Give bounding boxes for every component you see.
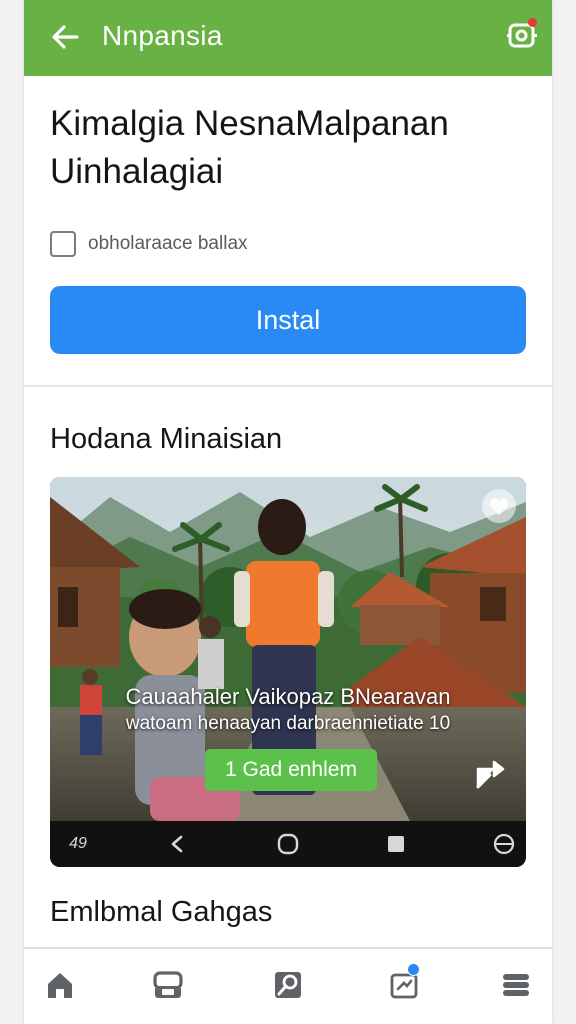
media-time: 49 bbox=[58, 821, 98, 867]
nav-search[interactable] bbox=[268, 965, 308, 1005]
phone-screen: Nnpansia Kimalgia NesnaMalpanan Uinhalag… bbox=[24, 0, 552, 1024]
chevron-left-icon bbox=[171, 835, 183, 853]
share-icon bbox=[476, 760, 505, 789]
nav-menu[interactable] bbox=[496, 965, 536, 1005]
media-controls-bar: 49 bbox=[50, 821, 526, 867]
bottom-navigation bbox=[24, 947, 552, 1024]
media-stop-button[interactable] bbox=[376, 821, 416, 867]
square-icon bbox=[388, 836, 404, 852]
back-button[interactable] bbox=[48, 20, 82, 54]
home-icon bbox=[48, 973, 72, 998]
share-button[interactable] bbox=[474, 759, 506, 791]
globe-icon bbox=[493, 833, 515, 855]
media-time-label: 49 bbox=[69, 835, 87, 852]
favorite-button[interactable] bbox=[482, 489, 516, 523]
nav-home[interactable] bbox=[40, 965, 80, 1005]
option-checkbox[interactable] bbox=[50, 231, 76, 257]
app-title: Nnpansia bbox=[102, 20, 223, 51]
circle-icon bbox=[277, 833, 299, 855]
section-title-secondary: Emlbmal Gahgas bbox=[50, 896, 273, 928]
settings-button[interactable] bbox=[506, 18, 538, 52]
media-cta-button[interactable]: 1 Gad enhlem bbox=[205, 749, 377, 791]
media-play-button[interactable] bbox=[268, 821, 308, 867]
store-icon bbox=[153, 971, 183, 998]
media-prev-button[interactable] bbox=[158, 821, 198, 867]
media-preview[interactable]: Cauaahaler Vaikopaz BNearavan watoam hen… bbox=[50, 477, 526, 867]
search-icon bbox=[275, 972, 301, 998]
media-caption: Cauaahaler Vaikopaz BNearavan watoam hen… bbox=[50, 683, 526, 737]
install-button[interactable]: Instal bbox=[50, 286, 526, 354]
section-title: Hodana Minaisian bbox=[50, 423, 283, 455]
heart-icon bbox=[489, 498, 509, 515]
app-bar: Nnpansia bbox=[24, 0, 552, 76]
headline-line-2: Uinhalagiai bbox=[50, 152, 224, 191]
option-checkbox-row[interactable]: obholaraace ballax bbox=[50, 228, 248, 260]
media-caption-line-1: Cauaahaler Vaikopaz BNearavan bbox=[125, 684, 451, 709]
media-caption-line-2: watoam henaayan darbraennietiate 10 bbox=[125, 713, 451, 734]
notification-dot bbox=[528, 18, 537, 27]
arrow-left-icon bbox=[52, 25, 79, 49]
updates-badge bbox=[407, 963, 420, 976]
headline-line-1: Kimalgia NesnaMalpanan bbox=[50, 104, 449, 143]
media-fullscreen-button[interactable] bbox=[484, 821, 524, 867]
nav-updates[interactable] bbox=[384, 963, 424, 1005]
nav-store[interactable] bbox=[148, 965, 188, 1005]
app-headline: Kimalgia NesnaMalpanan Uinhalagiai bbox=[50, 100, 530, 196]
menu-icon bbox=[503, 974, 529, 996]
section-divider bbox=[24, 385, 552, 387]
option-checkbox-label: obholaraace ballax bbox=[88, 233, 248, 254]
